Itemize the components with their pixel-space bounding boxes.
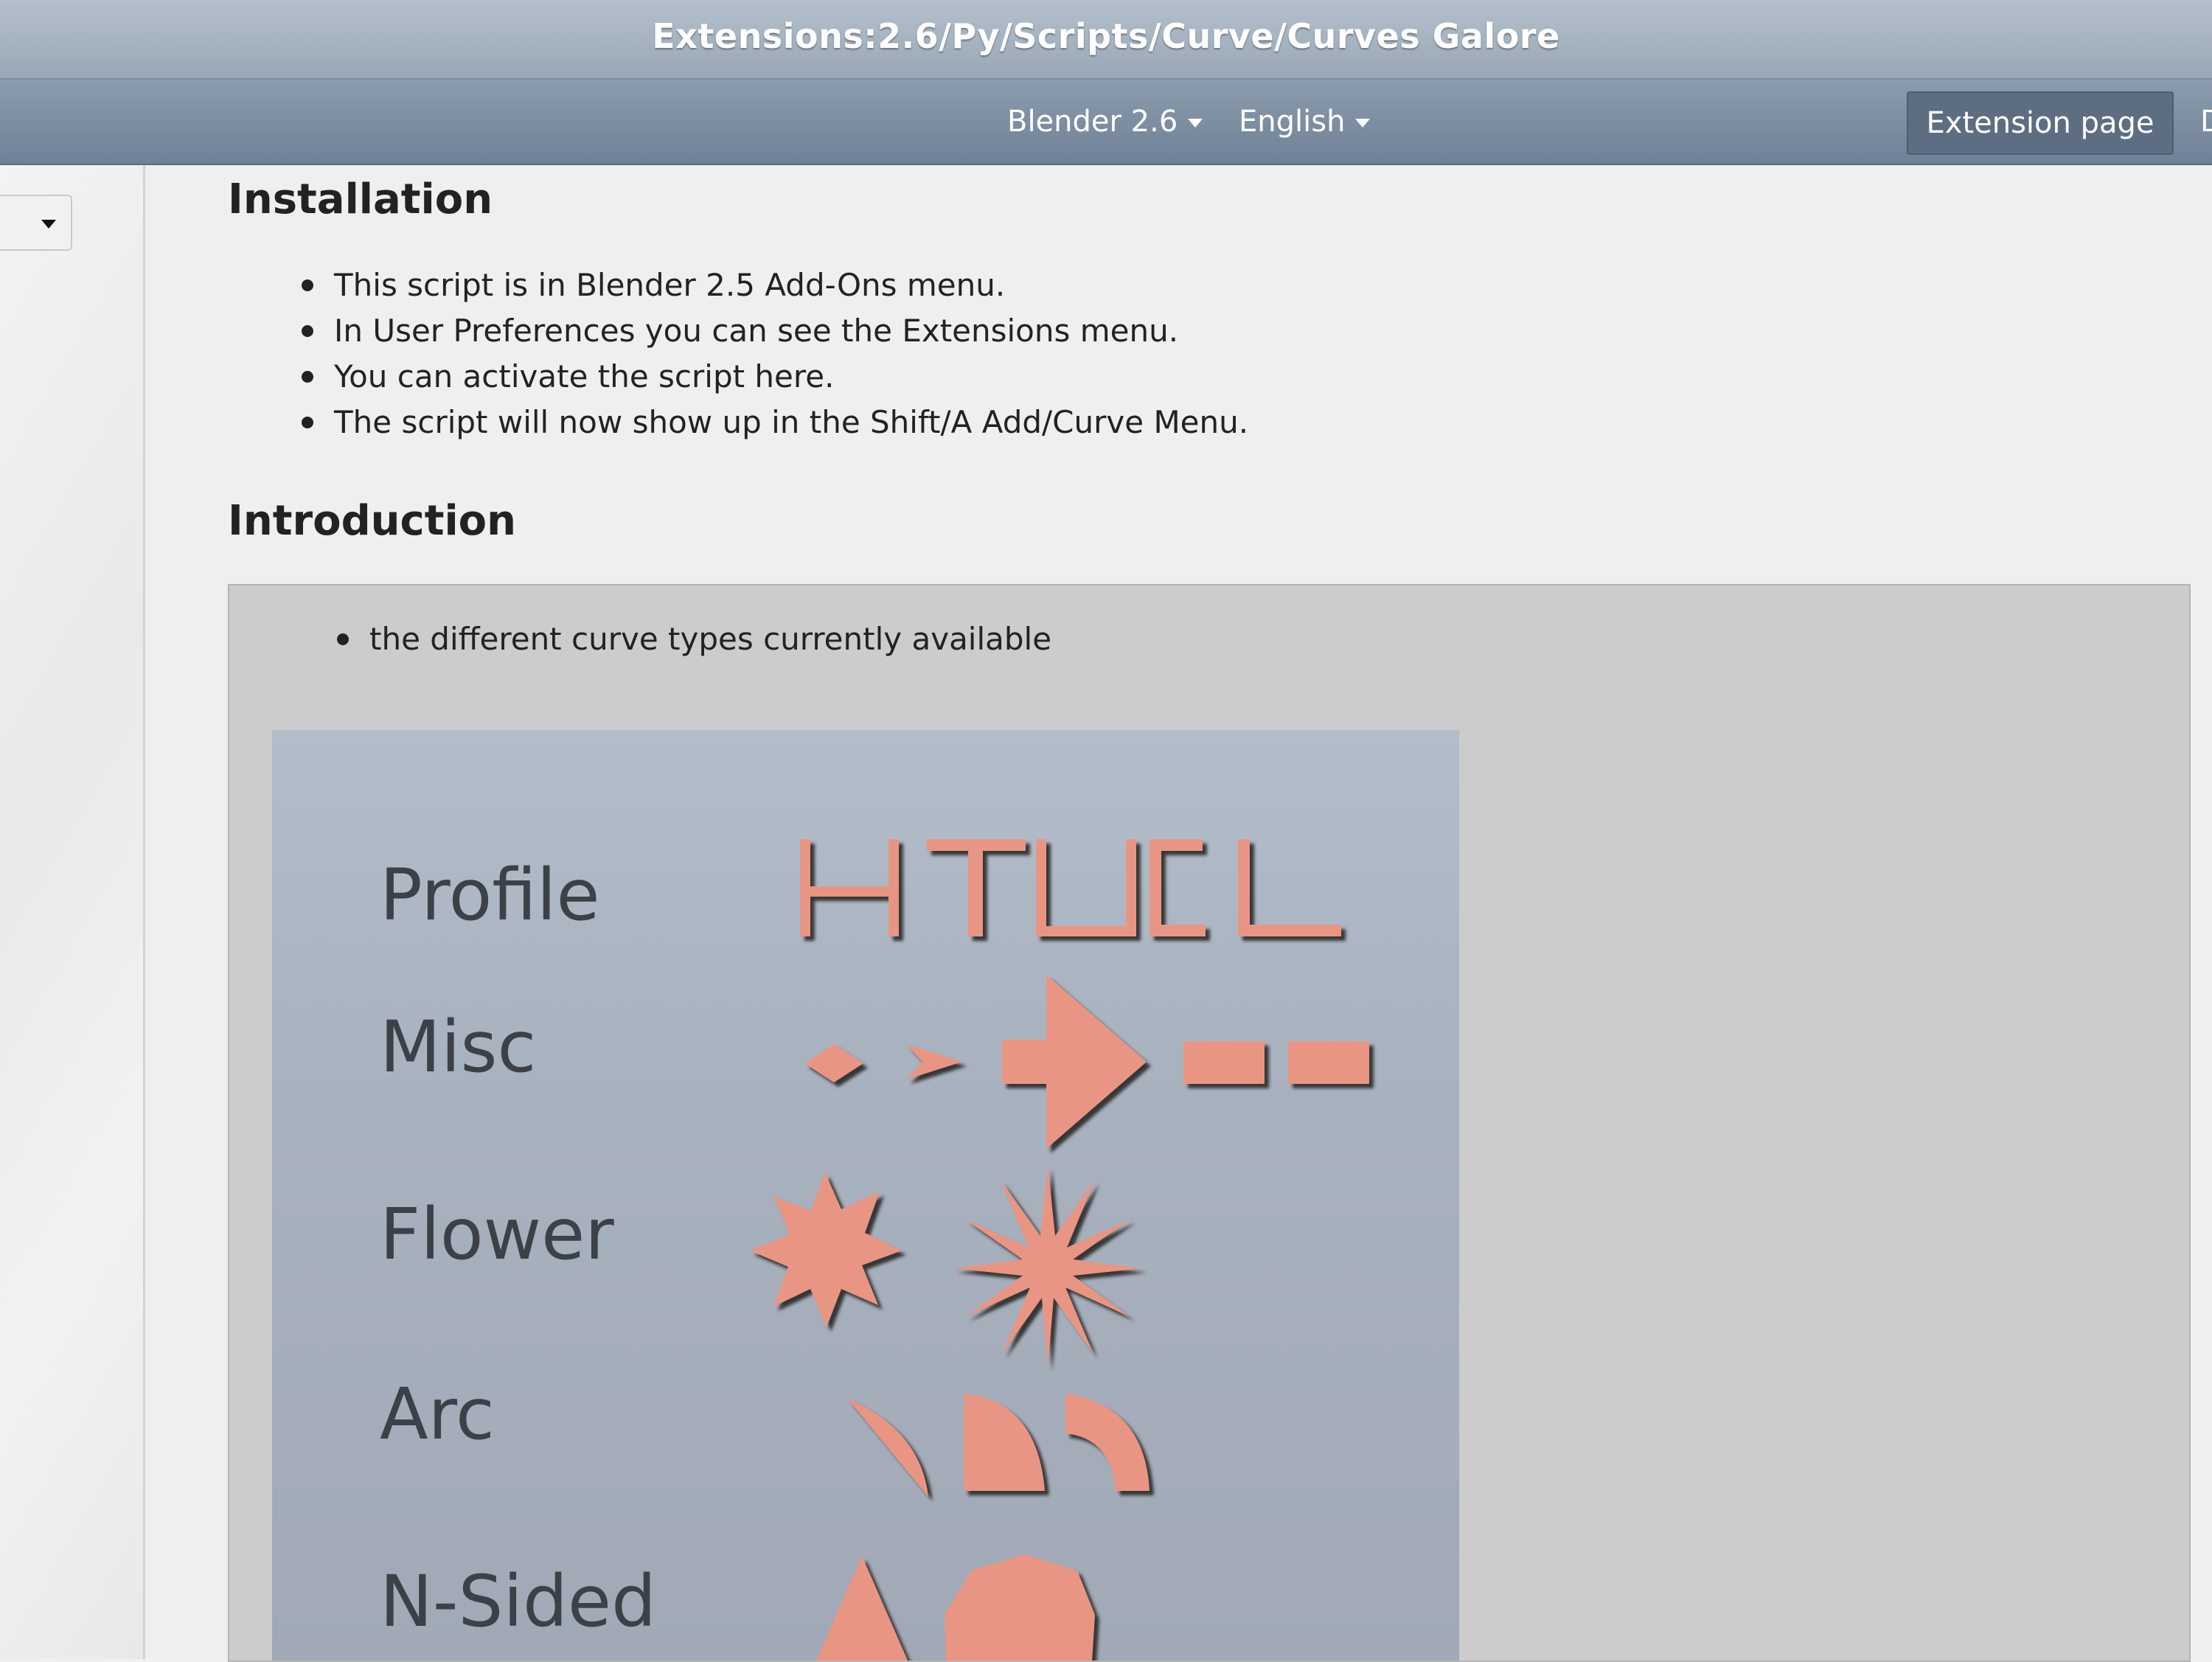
- chevron-down-icon: [41, 220, 56, 229]
- installation-heading: Installation: [228, 175, 493, 223]
- list-item: the different curve types currently avai…: [337, 616, 1051, 662]
- n-sided-shapes: [816, 1554, 1095, 1661]
- extension-page-button[interactable]: Extension page: [1907, 91, 2174, 155]
- flower-shapes: [750, 1165, 1142, 1367]
- chevron-down-icon: [1188, 119, 1203, 128]
- curve-shapes-illustration: [750, 839, 1369, 1661]
- intro-list: the different curve types currently avai…: [337, 616, 1051, 662]
- window-title: Extensions:2.6/Py/Scripts/Curve/Curves G…: [652, 16, 1560, 56]
- language-dropdown[interactable]: English: [1239, 105, 1371, 139]
- version-dropdown[interactable]: Blender 2.6: [1007, 105, 1203, 139]
- introduction-box: the different curve types currently avai…: [228, 584, 2191, 1662]
- language-dropdown-label: English: [1239, 105, 1346, 139]
- arc-shapes: [847, 1394, 1150, 1497]
- version-dropdown-label: Blender 2.6: [1007, 105, 1178, 139]
- introduction-heading: Introduction: [228, 497, 517, 545]
- top-navigation-bar: Blender 2.6 English Extension page D: [0, 80, 2212, 165]
- list-item: This script is in Blender 2.5 Add-Ons me…: [302, 262, 1248, 308]
- window-title-bar: Extensions:2.6/Py/Scripts/Curve/Curves G…: [0, 0, 2212, 80]
- nav-item-cut-off[interactable]: D: [2200, 105, 2212, 139]
- list-item: In User Preferences you can see the Exte…: [302, 308, 1248, 354]
- sidebar-dropdown[interactable]: [0, 195, 72, 251]
- list-item: The script will now show up in the Shift…: [302, 400, 1248, 445]
- list-item: You can activate the script here.: [302, 354, 1248, 400]
- misc-shapes: [804, 975, 1369, 1149]
- main-content: Installation This script is in Blender 2…: [145, 165, 2212, 1662]
- curve-types-figure: Profile Misc Flower Arc N-Sided: [272, 730, 1459, 1661]
- installation-list: This script is in Blender 2.5 Add-Ons me…: [302, 262, 1248, 445]
- profile-shapes: [800, 839, 1341, 936]
- chevron-down-icon: [1355, 119, 1371, 128]
- left-sidebar: [0, 165, 145, 1659]
